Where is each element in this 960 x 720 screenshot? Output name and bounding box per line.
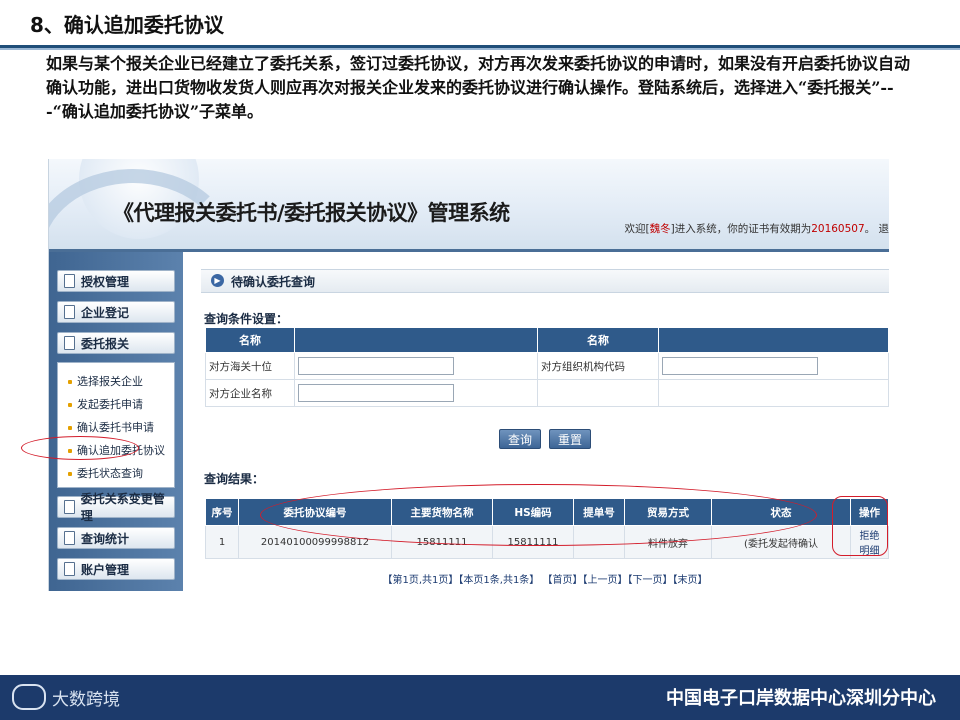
section-header: ▶ 待确认委托查询 <box>201 269 889 293</box>
title-rule-secondary <box>0 48 960 50</box>
field-label <box>537 379 659 407</box>
sidebar-item-authorization[interactable]: 授权管理 <box>57 270 175 292</box>
certificate-date: 20160507 <box>811 223 865 235</box>
submenu-item-initiate-request[interactable]: 发起委托申请 <box>68 396 143 412</box>
table-row: 对方海关十位 对方组织机构代码 <box>205 352 889 380</box>
column-header: 序号 <box>205 498 239 526</box>
footer-organization: 中国电子口岸数据中心深圳分中心 <box>666 688 936 709</box>
query-conditions-table: 名称 名称 对方海关十位 对方组织机构代码 对方企业名称 <box>205 327 889 407</box>
welcome-user: 魏冬 <box>649 223 671 235</box>
customs-code-input[interactable] <box>298 357 454 375</box>
document-icon <box>64 305 75 319</box>
sidebar-item-enterprise-registration[interactable]: 企业登记 <box>57 301 175 323</box>
sidebar-item-relationship-change[interactable]: 委托关系变更管理 <box>57 492 175 523</box>
welcome-prefix: 欢迎[ <box>624 223 650 235</box>
input-cell <box>294 379 538 407</box>
sidebar-item-query-statistics[interactable]: 查询统计 <box>57 527 175 549</box>
arrow-circle-icon: ▶ <box>211 274 224 287</box>
bullet-icon <box>68 426 72 430</box>
sidebar-item-customs-delegation[interactable]: 委托报关 <box>57 332 175 354</box>
field-label: 对方海关十位 <box>205 352 295 380</box>
bullet-icon <box>68 380 72 384</box>
submenu-label: 选择报关企业 <box>77 375 143 388</box>
submenu-item-select-broker[interactable]: 选择报关企业 <box>68 373 143 389</box>
submenu-label: 确认委托书申请 <box>77 421 154 434</box>
input-cell <box>294 352 538 380</box>
sidebar-item-label: 授权管理 <box>81 274 130 289</box>
bullet-icon <box>68 472 72 476</box>
submenu-label: 发起委托申请 <box>77 398 143 411</box>
submenu-label: 委托状态查询 <box>77 467 143 480</box>
submenu-item-confirm-request[interactable]: 确认委托书申请 <box>68 419 154 435</box>
bullet-icon <box>68 403 72 407</box>
sidebar-item-label: 账户管理 <box>81 562 130 577</box>
field-label: 对方组织机构代码 <box>537 352 659 380</box>
welcome-mid: ]进入系统，你的证书有效期为 <box>670 223 812 235</box>
welcome-suffix[interactable]: 。 退 <box>865 223 889 235</box>
system-title: 《代理报关委托书/委托报关协议》管理系统 <box>113 201 510 225</box>
table-row: 对方企业名称 <box>205 379 889 407</box>
app-banner: 《代理报关委托书/委托报关协议》管理系统 欢迎[魏冬]进入系统，你的证书有效期为… <box>49 159 889 249</box>
document-icon <box>64 562 75 576</box>
submenu-panel: 选择报关企业 发起委托申请 确认委托书申请 确认追加委托协议 委托状态查询 <box>57 362 175 488</box>
logo-icon <box>12 684 46 710</box>
pagination[interactable]: 【第1页,共1页】【本页1条,共1条】 【首页】【上一页】【下一页】【末页】 <box>201 571 889 586</box>
enterprise-name-input[interactable] <box>298 384 454 402</box>
document-icon <box>64 531 75 545</box>
reset-button[interactable]: 重置 <box>549 429 591 449</box>
welcome-text: 欢迎[魏冬]进入系统，你的证书有效期为20160507。 退 <box>624 221 889 236</box>
footer-logo: 大数跨境 <box>12 684 120 710</box>
sidebar-item-label: 查询统计 <box>81 531 130 546</box>
column-header: 名称 <box>205 327 295 353</box>
highlight-submenu <box>21 436 139 460</box>
highlight-result-row <box>260 484 817 546</box>
field-label: 对方企业名称 <box>205 379 295 407</box>
document-icon <box>64 500 75 514</box>
document-icon <box>64 274 75 288</box>
sidebar-item-label: 委托关系变更管理 <box>80 492 165 523</box>
query-button[interactable]: 查询 <box>499 429 541 449</box>
intro-paragraph: 如果与某个报关企业已经建立了委托关系，签订过委托协议，对方再次发来委托协议的申请… <box>46 54 911 121</box>
slide-footer: 大数跨境 中国电子口岸数据中心深圳分中心 <box>0 675 960 720</box>
sidebar-item-account-management[interactable]: 账户管理 <box>57 558 175 580</box>
footer-logo-text: 大数跨境 <box>52 689 120 710</box>
document-icon <box>64 336 75 350</box>
results-label: 查询结果： <box>204 472 265 486</box>
sidebar: 授权管理 企业登记 委托报关 选择报关企业 发起委托申请 确认委托书申请 确认追… <box>49 252 183 591</box>
organization-code-input[interactable] <box>662 357 818 375</box>
sidebar-item-label: 企业登记 <box>81 305 130 320</box>
row-number: 1 <box>205 525 239 559</box>
section-title: 待确认委托查询 <box>231 275 316 289</box>
empty-cell <box>658 379 889 407</box>
column-header <box>294 327 538 353</box>
input-cell <box>658 352 889 380</box>
slide-title: 8、确认追加委托协议 <box>30 13 224 37</box>
highlight-operation <box>832 496 888 556</box>
column-header: 名称 <box>537 327 659 353</box>
conditions-label: 查询条件设置： <box>204 312 289 326</box>
submenu-item-status-query[interactable]: 委托状态查询 <box>68 465 143 481</box>
sidebar-item-label: 委托报关 <box>81 336 130 351</box>
column-header <box>658 327 889 353</box>
